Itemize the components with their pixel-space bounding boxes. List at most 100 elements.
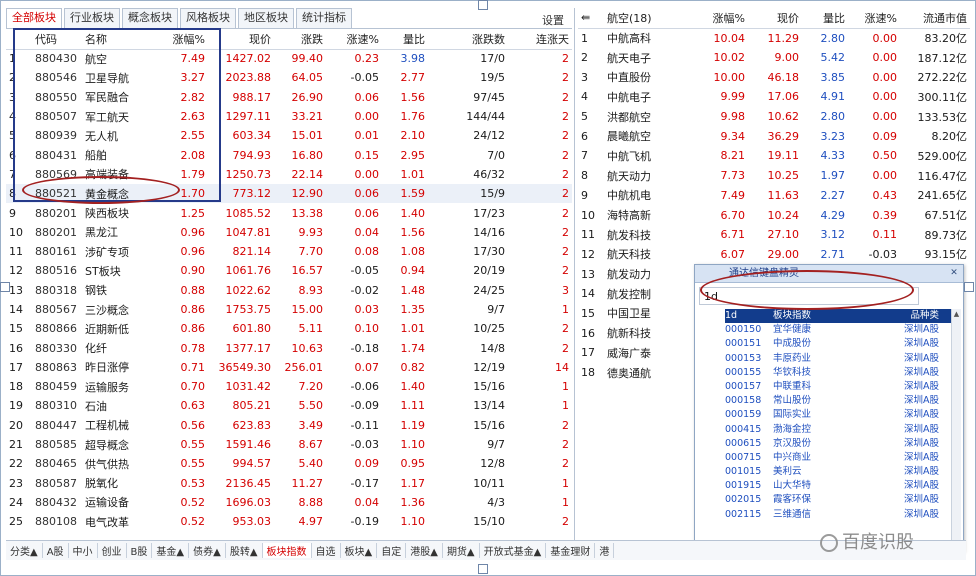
bottom-tab[interactable]: 股转▲ (226, 543, 263, 558)
column-header[interactable]: 连涨天 (508, 30, 572, 50)
table-row[interactable]: 16 880330 化纤 0.78 1377.17 10.63 -0.18 1.74 14/8 2 (6, 338, 572, 357)
popup-scrollbar[interactable]: ▲ (951, 309, 961, 549)
top-tab[interactable]: 概念板块 (122, 8, 178, 28)
top-tab[interactable]: 风格板块 (180, 8, 236, 28)
top-tab[interactable]: 全部板块 (6, 8, 62, 28)
wizard-result-cell: 深圳A股 (904, 451, 939, 463)
table-row[interactable]: 9 880201 陕西板块 1.25 1085.52 13.38 0.06 1.40 17/23… (6, 203, 572, 222)
table-row[interactable]: 10 880201 黑龙江 0.96 1047.81 9.93 0.04 1.56 14/16 2 (6, 223, 572, 242)
wizard-result-item[interactable]: 000615 京汉股份 深圳A股 (725, 437, 955, 451)
bottom-tab[interactable]: A股 (43, 543, 69, 558)
table-cell: 5.50 (298, 399, 324, 413)
table-row[interactable]: 8 航天动力 7.73 10.25 1.97 0.00 116.47亿 (578, 166, 970, 186)
table-row[interactable]: 13 880318 钢铁 0.88 1022.62 8.93 -0.02 1.48 24/25 3 (6, 281, 572, 300)
bottom-tab[interactable]: 创业 (98, 543, 127, 558)
table-row[interactable]: 9 中航机电 7.49 11.63 2.27 0.43 241.65亿 (578, 186, 970, 206)
table-row[interactable]: 25 880108 电气改革 0.52 953.03 4.97 -0.19 1.10 15/10… (6, 512, 572, 531)
table-cell: 中航机电 (607, 189, 651, 203)
table-row[interactable]: 18 880459 运输服务 0.70 1031.42 7.20 -0.06 1.40 15/1… (6, 377, 572, 396)
table-row[interactable]: 22 880465 供气供热 0.55 994.57 5.40 0.09 0.95 12/8 2 (6, 454, 572, 473)
wizard-result-item[interactable]: 000159 国际实业 深圳A股 (725, 408, 955, 422)
bottom-tab[interactable]: 基金理财 (546, 543, 596, 558)
scroll-up-icon[interactable]: ▲ (952, 309, 961, 319)
table-row[interactable]: 21 880585 超导概念 0.55 1591.46 8.67 -0.03 1.10 9/7 2 (6, 435, 572, 454)
wizard-result-item[interactable]: 002115 三维通信 深圳A股 (725, 508, 955, 522)
bottom-tab[interactable]: 中小 (69, 543, 98, 558)
column-header[interactable]: 现价 (748, 8, 802, 29)
bottom-tab[interactable]: 板块▲ (341, 543, 378, 558)
table-row[interactable]: 20 880447 工程机械 0.56 623.83 3.49 -0.11 1.19 15/16… (6, 416, 572, 435)
table-row[interactable]: 12 航天科技 6.07 29.00 2.71 -0.03 93.15亿 (578, 245, 970, 265)
column-header[interactable]: 涨速% (326, 30, 382, 50)
wizard-result-item[interactable]: 000151 中成股份 深圳A股 (725, 337, 955, 351)
table-cell: 航天科技 (607, 248, 651, 262)
column-header[interactable]: 涨跌 (274, 30, 326, 50)
close-icon[interactable]: ✕ (948, 267, 960, 279)
table-row[interactable]: 10 海特高新 6.70 10.24 4.29 0.39 67.51亿 (578, 205, 970, 225)
bottom-tab[interactable]: 债券▲ (189, 543, 226, 558)
wizard-result-item[interactable]: 000155 华钦科技 深圳A股 (725, 366, 955, 380)
bottom-tab[interactable]: 港 (595, 543, 615, 558)
table-row[interactable]: 1 中航高科 10.04 11.29 2.80 0.00 83.20亿 (578, 28, 970, 48)
table-row[interactable]: 23 880587 脱氧化 0.53 2136.45 11.27 -0.17 1.17 10/1… (6, 474, 572, 493)
bottom-tab[interactable]: 自定 (377, 543, 407, 558)
wizard-result-item[interactable]: 000158 常山股份 深圳A股 (725, 394, 955, 408)
back-arrow-icon[interactable]: ⇚ (578, 8, 604, 29)
table-row[interactable]: 4 中航电子 9.99 17.06 4.91 0.00 300.11亿 (578, 87, 970, 107)
bottom-tab[interactable]: 开放式基金▲ (480, 543, 547, 558)
table-cell: 14/16 (473, 225, 505, 239)
table-row[interactable]: 6 晨曦航空 9.34 36.29 3.23 0.09 8.20亿 (578, 126, 970, 146)
bottom-tab[interactable]: 期货▲ (443, 543, 480, 558)
table-row[interactable]: 11 航发科技 6.71 27.10 3.12 0.11 89.73亿 (578, 225, 970, 245)
table-cell: 2136.45 (225, 476, 272, 490)
table-row[interactable]: 14 880567 三沙概念 0.86 1753.75 15.00 0.03 1.35 9/7 1 (6, 300, 572, 319)
table-cell: -0.17 (350, 476, 379, 490)
wizard-result-item[interactable]: 000153 丰原药业 深圳A股 (725, 352, 955, 366)
table-row[interactable]: 17 880863 昨日涨停 0.71 36549.30 256.01 0.07 0.82 12… (6, 358, 572, 377)
bottom-tab[interactable]: 分类▲ (6, 543, 43, 558)
wizard-result-item[interactable]: 000157 中联重科 深圳A股 (725, 380, 955, 394)
bottom-tab[interactable]: 港股▲ (406, 543, 443, 558)
wizard-result-cell: 深圳A股 (904, 494, 939, 506)
column-header[interactable]: 航空(18) (604, 8, 696, 29)
resize-handle-left[interactable] (0, 282, 10, 292)
table-row[interactable]: 2 航天电子 10.02 9.00 5.42 0.00 187.12亿 (578, 48, 970, 68)
panel-splitter[interactable] (574, 8, 575, 540)
column-header[interactable]: 量比 (802, 8, 848, 29)
resize-handle-bottom[interactable] (478, 564, 488, 574)
table-row[interactable]: 3 中直股份 10.00 46.18 3.85 0.00 272.22亿 (578, 67, 970, 87)
table-cell: 12.90 (274, 184, 326, 204)
table-row[interactable]: 19 880310 石油 0.63 805.21 5.50 -0.09 1.11 13/14 1 (6, 396, 572, 415)
table-row[interactable]: 7 中航飞机 8.21 19.11 4.33 0.50 529.00亿 (578, 146, 970, 166)
column-header[interactable]: 流通市值 (900, 8, 970, 29)
top-tab[interactable]: 地区板块 (238, 8, 294, 28)
table-row[interactable]: 5 洪都航空 9.98 10.62 2.80 0.00 133.53亿 (578, 107, 970, 127)
table-cell: 11.29 (767, 31, 800, 45)
top-tab[interactable]: 行业板块 (64, 8, 120, 28)
table-row[interactable]: 24 880432 运输设备 0.52 1696.03 8.88 0.04 1.36 4/3 1 (6, 493, 572, 512)
wizard-result-item[interactable]: 001915 山大华特 深圳A股 (725, 479, 955, 493)
wizard-result-item[interactable]: 000150 宜华健康 深圳A股 (725, 323, 955, 337)
top-tab[interactable]: 统计指标 (296, 8, 352, 28)
table-row[interactable]: 15 880866 近期新低 0.86 601.80 5.11 0.10 1.01 10/25 2 (6, 319, 572, 338)
column-header[interactable]: 涨跌数 (428, 30, 508, 50)
wizard-result-item[interactable]: 002015 霞客环保 深圳A股 (725, 493, 955, 507)
bottom-tab[interactable]: B股 (127, 543, 153, 558)
wizard-result-list[interactable]: 1d 板块指数 品种类型 000150 宜华健康 深圳A股 000151 中成股份 深圳A股 00… (725, 309, 955, 551)
wizard-result-cell: 深圳A股 (904, 409, 939, 421)
table-row[interactable]: 12 880516 ST板块 0.90 1061.76 16.57 -0.05 0.94 20/… (6, 261, 572, 280)
wizard-result-item[interactable]: 000715 中兴商业 深圳A股 (725, 451, 955, 465)
column-header[interactable]: 涨幅% (696, 8, 748, 29)
table-row[interactable]: 11 880161 涉矿专项 0.96 821.14 7.70 0.08 1.08 17/30 2 (6, 242, 572, 261)
table-cell: 2 (508, 184, 572, 204)
bottom-tab[interactable]: 基金▲ (152, 543, 190, 558)
resize-handle-right[interactable] (964, 282, 974, 292)
column-header[interactable]: 涨速% (848, 8, 900, 29)
settings-button[interactable]: 设置 (542, 12, 564, 28)
bottom-tab[interactable]: 自选 (312, 543, 341, 558)
resize-handle-top[interactable] (478, 0, 488, 10)
wizard-result-item[interactable]: 001015 美利云 深圳A股 (725, 465, 955, 479)
wizard-result-item[interactable]: 000415 渤海金控 深圳A股 (725, 423, 955, 437)
bottom-tab[interactable]: 板块指数 (262, 543, 312, 558)
column-header[interactable]: 量比 (382, 30, 428, 50)
